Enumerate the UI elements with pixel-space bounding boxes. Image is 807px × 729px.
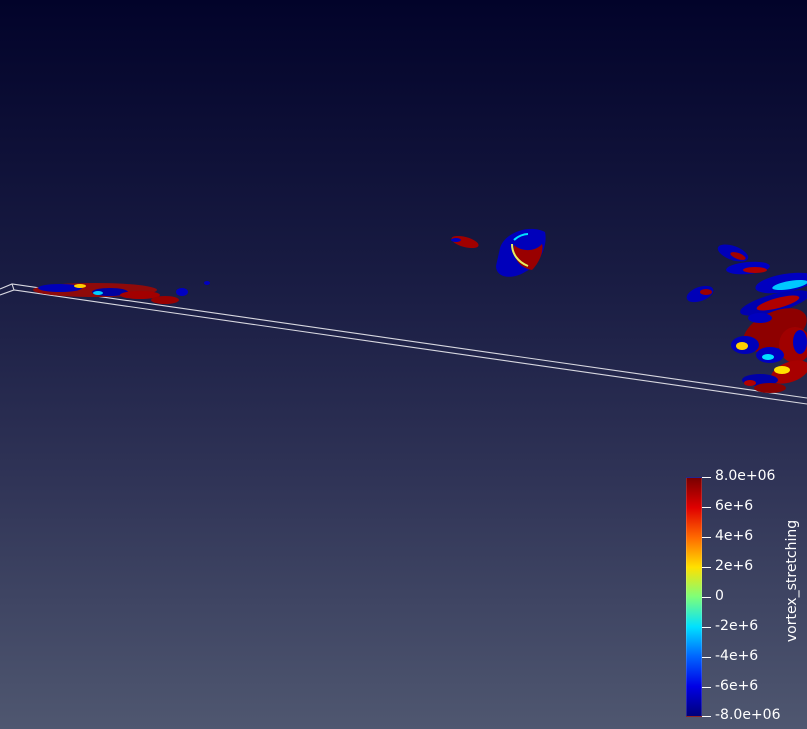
colorbar-tick [702, 657, 711, 658]
colorbar-tick-label: -2e+6 [715, 618, 759, 634]
colorbar-tick-label: -8.0e+06 [715, 707, 781, 723]
colorbar-tick [702, 567, 711, 568]
vortex-isosurface-center [496, 228, 546, 277]
colorbar-tick-label: 6e+6 [715, 498, 754, 514]
vortex-isosurface-left [33, 281, 210, 304]
domain-outline [0, 283, 807, 405]
colorbar-gradient [686, 477, 702, 717]
colorbar-tick-label: 4e+6 [715, 528, 754, 544]
vortex-isosurface-right-cluster [686, 244, 807, 393]
colorbar-tick [702, 537, 711, 538]
colorbar-tick [702, 507, 711, 508]
colorbar-tick [702, 627, 711, 628]
colorbar-tick [702, 477, 711, 478]
colorbar-tick [702, 597, 711, 598]
colorbar-tick-label: 2e+6 [715, 558, 754, 574]
colorbar-tick [702, 687, 711, 688]
colorbar-title: vortex_stretching [784, 519, 800, 643]
colorbar-tick-label: -6e+6 [715, 678, 759, 694]
vortex-isosurface-center-small [451, 235, 479, 249]
colorbar-tick-label: -4e+6 [715, 648, 759, 664]
render-viewport[interactable]: 8.0e+06 6e+6 4e+6 2e+6 0 -2e+6 -4e+6 -6e… [0, 0, 807, 729]
colorbar-tick-label: 8.0e+06 [715, 468, 776, 484]
colorbar-tick-label: 0 [715, 588, 724, 604]
colorbar-tick [702, 716, 711, 717]
